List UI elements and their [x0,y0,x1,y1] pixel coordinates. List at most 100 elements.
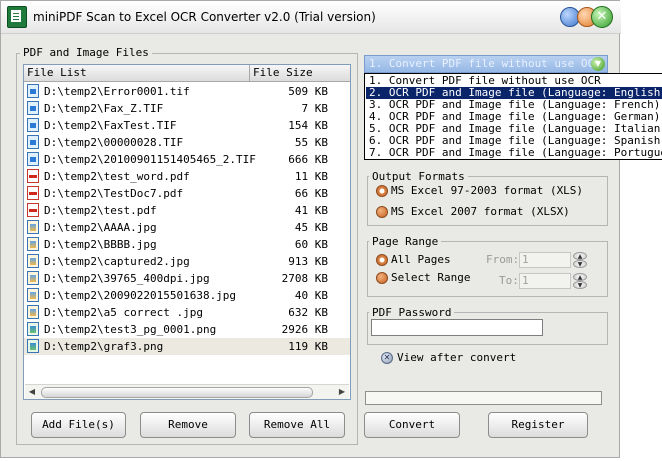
scroll-right-arrow-icon[interactable]: ▶ [335,385,349,399]
file-size: 45 KB [294,221,328,234]
table-row[interactable]: D:\temp2\test3_pg_0001.png 2926 KB [24,321,350,338]
files-group-legend: PDF and Image Files [20,46,152,59]
scrollbar-thumb[interactable] [41,387,313,398]
pdf-password-legend: PDF Password [369,306,455,319]
scroll-left-arrow-icon[interactable]: ◀ [25,385,39,399]
to-input[interactable]: 1 [519,273,571,289]
table-row[interactable]: D:\temp2\AAAA.jpg 45 KB [24,219,350,236]
file-name: D:\temp2\TestDoc7.pdf [44,187,184,200]
close-icon: ✕ [596,9,608,24]
pdf-file-icon [27,203,39,217]
conversion-mode-list: 1. Convert PDF file without use OCR 2. OC… [364,73,662,160]
xlsx-radio[interactable] [376,206,388,218]
table-row[interactable]: D:\temp2\a5 correct .jpg 632 KB [24,304,350,321]
select-range-radio[interactable] [376,272,388,284]
file-list[interactable]: File List File Size D:\temp2\Error0001.t… [23,64,351,400]
progress-bar [365,391,602,405]
xls-radio[interactable] [376,185,388,197]
app-logo-icon [7,6,27,28]
page-range-legend: Page Range [369,235,442,248]
png-file-icon [27,322,39,336]
view-after-convert-label[interactable]: View after convert [397,351,516,364]
from-label: From: [486,253,520,266]
table-row[interactable]: D:\temp2\Fax_Z.TIF 7 KB [24,100,350,117]
file-size: 154 KB [288,119,328,132]
all-pages-radio[interactable] [376,254,388,266]
file-size: 66 KB [294,187,328,200]
file-size: 55 KB [294,136,328,149]
to-label: To: [499,274,519,287]
table-row[interactable]: D:\temp2\2009022015501638.jpg 40 KB [24,287,350,304]
jpg-file-icon [27,220,39,234]
remove-button[interactable]: Remove [140,412,236,438]
spin-up-icon[interactable]: ▲ [573,273,587,281]
convert-button[interactable]: Convert [364,412,460,438]
table-row[interactable]: D:\temp2\Error0001.tif 509 KB [24,83,350,100]
file-size: 509 KB [288,85,328,98]
file-size: 7 KB [301,102,329,115]
xls-label[interactable]: MS Excel 97-2003 format (XLS) [391,184,583,197]
from-spinner[interactable]: ▲ ▼ [573,252,587,268]
file-size: 913 KB [288,255,328,268]
view-after-convert-checkbox[interactable]: ✕ [381,352,393,364]
chevron-down-icon[interactable]: ▼ [591,57,605,71]
jpg-file-icon [27,254,39,268]
file-size: 2708 KB [281,272,328,285]
file-name: D:\temp2\test_word.pdf [44,170,190,183]
table-row[interactable]: D:\temp2\TestDoc7.pdf 66 KB [24,185,350,202]
select-range-label[interactable]: Select Range [391,271,470,284]
file-name: D:\temp2\2009022015501638.jpg [44,289,237,302]
window-title: miniPDF Scan to Excel OCR Converter v2.0… [33,10,376,24]
xlsx-label[interactable]: MS Excel 2007 format (XLSX) [391,205,570,218]
from-input[interactable]: 1 [519,252,571,268]
column-header-file-list[interactable]: File List [24,65,250,81]
spin-down-icon[interactable]: ▼ [573,281,587,289]
table-row[interactable]: D:\temp2\BBBB.jpg 60 KB [24,236,350,253]
column-header-file-size[interactable]: File Size [250,65,350,81]
file-name: D:\temp2\BBBB.jpg [44,238,157,251]
page-range-group [367,241,608,297]
file-name: D:\temp2\00000028.TIF [44,136,184,149]
tif-file-icon [27,84,39,98]
title-bar: miniPDF Scan to Excel OCR Converter v2.0… [1,1,621,34]
all-pages-label[interactable]: All Pages [391,253,451,266]
spin-up-icon[interactable]: ▲ [573,252,587,260]
table-row[interactable]: D:\temp2\captured2.jpg 913 KB [24,253,350,270]
table-row[interactable]: D:\temp2\20100901151405465_2.TIF 666 KB [24,151,350,168]
jpg-file-icon [27,305,39,319]
pdf-password-input[interactable] [371,319,543,336]
file-name: D:\temp2\graf3.png [44,340,164,353]
file-name: D:\temp2\test.pdf [44,204,157,217]
file-size: 60 KB [294,238,328,251]
jpg-file-icon [27,288,39,302]
add-files-button[interactable]: Add File(s) [31,412,126,438]
file-size: 11 KB [294,170,328,183]
table-row[interactable]: D:\temp2\FaxTest.TIF 154 KB [24,117,350,134]
horizontal-scrollbar[interactable]: ◀ ▶ [25,384,349,399]
spin-down-icon[interactable]: ▼ [573,260,587,268]
check-icon: ✕ [383,353,391,362]
tif-file-icon [27,135,39,149]
file-size: 119 KB [288,340,328,353]
file-name: D:\temp2\a5 correct .jpg [44,306,203,319]
conversion-mode-select[interactable]: 1. Convert PDF file without use OCR ▼ [364,55,608,73]
output-formats-legend: Output Formats [369,170,468,183]
file-size: 2926 KB [281,323,328,336]
close-button[interactable]: ✕ [591,6,613,28]
table-row[interactable]: D:\temp2\00000028.TIF 55 KB [24,134,350,151]
conversion-mode-option[interactable]: 7. OCR PDF and Image file (Language: Por… [366,147,662,159]
remove-all-button[interactable]: Remove All [249,412,345,438]
tif-file-icon [27,101,39,115]
pdf-file-icon [27,169,39,183]
file-name: D:\temp2\AAAA.jpg [44,221,157,234]
table-row[interactable]: D:\temp2\test.pdf 41 KB [24,202,350,219]
file-name: D:\temp2\test3_pg_0001.png [44,323,217,336]
table-row[interactable]: D:\temp2\39765_400dpi.jpg 2708 KB [24,270,350,287]
file-name: D:\temp2\Error0001.tif [44,85,190,98]
register-button[interactable]: Register [488,412,588,438]
file-list-header: File List File Size [24,65,350,82]
tif-file-icon [27,118,39,132]
table-row[interactable]: D:\temp2\graf3.png 119 KB [24,338,350,355]
to-spinner[interactable]: ▲ ▼ [573,273,587,289]
table-row[interactable]: D:\temp2\test_word.pdf 11 KB [24,168,350,185]
